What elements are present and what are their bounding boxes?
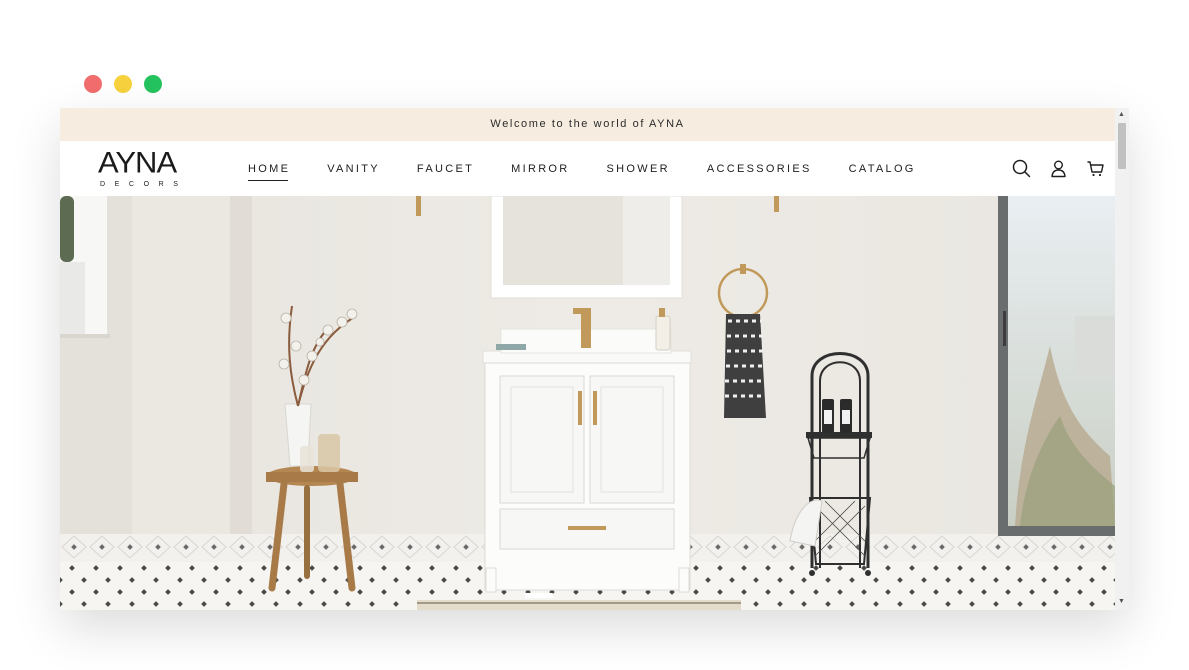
window-controls — [84, 75, 162, 93]
scrollbar[interactable] — [1115, 108, 1129, 610]
scroll-up-arrow-icon[interactable]: ▲ — [1118, 111, 1125, 118]
main-nav: HOME VANITY FAUCET MIRROR SHOWER ACCESSO… — [248, 141, 953, 196]
hero-banner[interactable] — [60, 196, 1115, 610]
minimize-window-button[interactable] — [114, 75, 132, 93]
scrollbar-thumb[interactable] — [1118, 123, 1126, 169]
cart-icon[interactable] — [1086, 159, 1105, 178]
nav-catalog[interactable]: CATALOG — [849, 163, 916, 175]
nav-home[interactable]: HOME — [248, 163, 290, 181]
nav-mirror[interactable]: MIRROR — [511, 163, 569, 175]
account-icon[interactable] — [1049, 159, 1068, 178]
maximize-window-button[interactable] — [144, 75, 162, 93]
header-icons — [1012, 141, 1105, 196]
brand-name: AYNA — [98, 145, 177, 180]
brand-logo[interactable]: AYNA DECORS — [98, 148, 200, 192]
nav-accessories[interactable]: ACCESSORIES — [707, 163, 812, 175]
nav-faucet[interactable]: FAUCET — [417, 163, 474, 175]
site-header: AYNA DECORS HOME VANITY FAUCET MIRROR SH… — [60, 141, 1115, 196]
brand-subtitle: DECORS — [100, 181, 188, 188]
nav-shower[interactable]: SHOWER — [607, 163, 670, 175]
announcement-bar: Welcome to the world of AYNA — [60, 108, 1115, 141]
bathroom-hero-image — [60, 196, 1115, 610]
close-window-button[interactable] — [84, 75, 102, 93]
browser-window: Welcome to the world of AYNA AYNA DECORS… — [60, 108, 1129, 610]
search-icon[interactable] — [1012, 159, 1031, 178]
slide-indicator[interactable] — [525, 593, 553, 598]
nav-vanity[interactable]: VANITY — [327, 163, 380, 175]
scroll-down-arrow-icon[interactable]: ▼ — [1118, 598, 1125, 605]
